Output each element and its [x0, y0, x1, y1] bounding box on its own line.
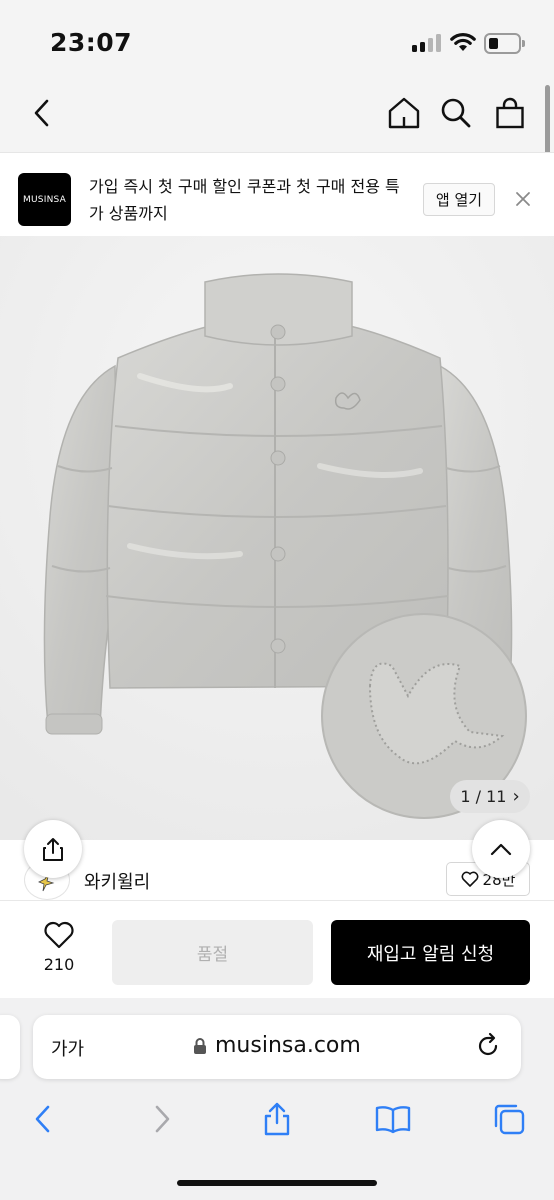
search-icon [441, 98, 471, 128]
chevron-up-icon [490, 843, 512, 856]
open-app-button[interactable]: 앱 열기 [423, 183, 495, 216]
chevron-left-icon [34, 99, 49, 127]
product-image-carousel[interactable] [0, 236, 554, 840]
text-size-button[interactable]: 가가 [51, 1035, 84, 1061]
scroll-top-button[interactable] [472, 820, 530, 878]
search-button[interactable] [434, 88, 478, 138]
close-icon[interactable] [515, 191, 531, 207]
wishlist-button[interactable]: 210 [30, 921, 88, 987]
chevron-left-icon [35, 1105, 50, 1133]
tabs-button[interactable] [487, 1097, 531, 1141]
heart-icon [461, 871, 478, 887]
status-bar: 23:07 [0, 0, 554, 88]
chevron-right-icon: › [512, 786, 520, 807]
heart-icon [44, 921, 74, 949]
share-icon [43, 838, 63, 861]
product-image [0, 236, 554, 840]
address-bar[interactable]: 가가 musinsa.com [33, 1015, 521, 1079]
home-icon [388, 97, 420, 129]
soldout-button: 품절 [112, 920, 313, 985]
url-display[interactable]: musinsa.com [193, 1033, 361, 1058]
home-indicator[interactable] [177, 1180, 377, 1186]
share-button[interactable] [24, 820, 82, 878]
share-icon [264, 1102, 290, 1136]
tabs-icon [494, 1104, 525, 1135]
purchase-bar: 210 품절 재입고 알림 신청 [0, 900, 554, 998]
battery-icon [484, 33, 521, 54]
previous-tab-card[interactable] [0, 1015, 20, 1079]
home-button[interactable] [382, 88, 426, 138]
bookmarks-button[interactable] [371, 1097, 415, 1141]
brand-name[interactable]: 와키윌리 [84, 868, 150, 894]
image-pager[interactable]: 1 / 11 › [450, 780, 530, 813]
browser-share-button[interactable] [255, 1097, 299, 1141]
browser-back-button[interactable] [21, 1097, 65, 1141]
top-navigation [0, 88, 554, 152]
shopping-bag-icon [496, 97, 524, 129]
pager-text: 1 / 11 [460, 787, 507, 806]
lock-icon [194, 1037, 206, 1054]
back-button[interactable] [20, 88, 64, 138]
app-install-banner: MUSINSA 가입 즉시 첫 구매 할인 쿠폰과 첫 구매 전용 특가 상품까… [0, 152, 554, 236]
status-time: 23:07 [50, 28, 133, 57]
musinsa-logo: MUSINSA [18, 173, 71, 226]
chevron-right-icon [155, 1105, 170, 1133]
battery-cap [522, 40, 525, 47]
wifi-icon [450, 33, 476, 51]
wishlist-count: 210 [43, 955, 75, 974]
cart-button[interactable] [488, 88, 532, 138]
url-text: musinsa.com [215, 1033, 361, 1058]
restock-alert-button[interactable]: 재입고 알림 신청 [331, 920, 530, 985]
banner-message: 가입 즉시 첫 구매 할인 쿠폰과 첫 구매 전용 특가 상품까지 [89, 177, 400, 223]
reload-icon[interactable] [475, 1032, 501, 1060]
browser-forward-button[interactable] [140, 1097, 184, 1141]
cellular-signal-icon [412, 34, 442, 52]
book-icon [375, 1106, 411, 1134]
